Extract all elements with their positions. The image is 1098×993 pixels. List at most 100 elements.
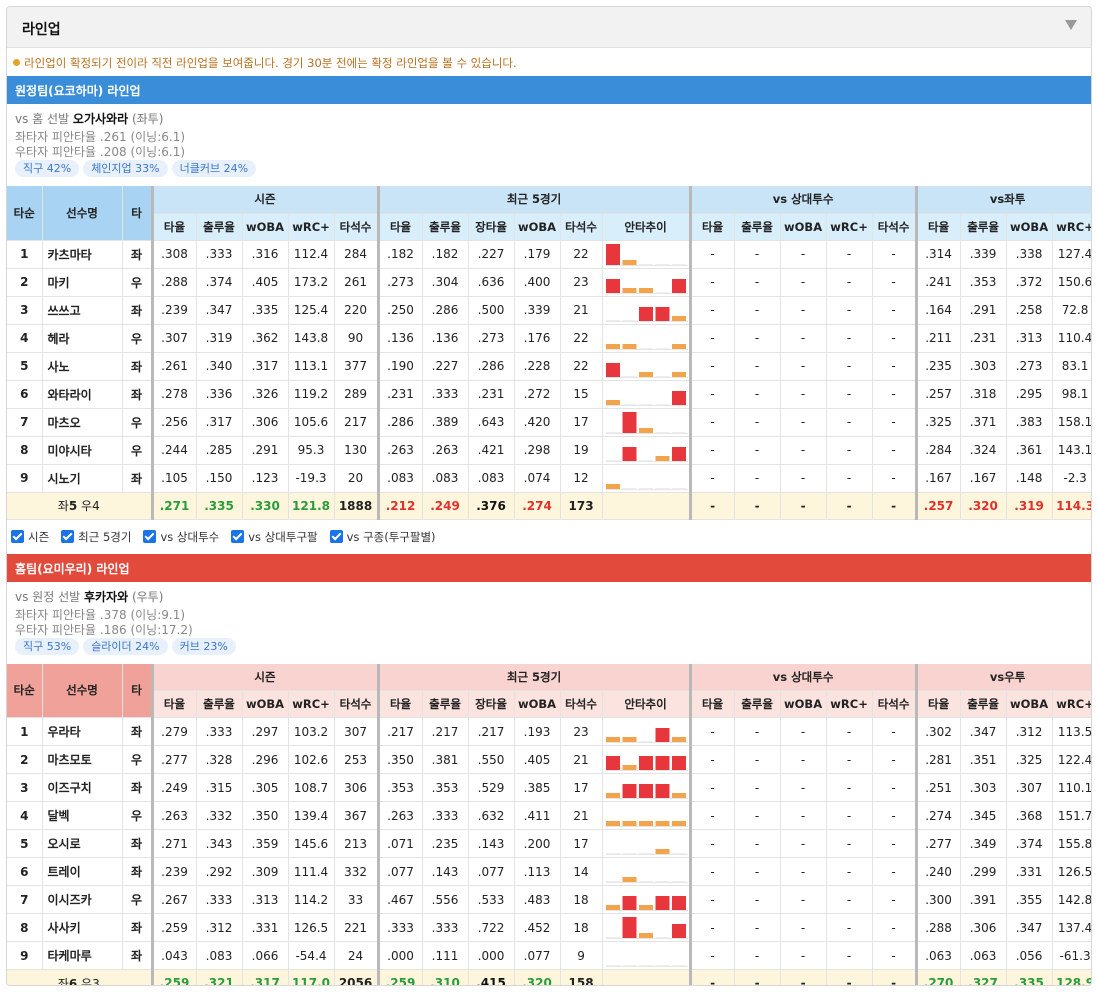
split-stat: .251 bbox=[916, 773, 961, 802]
table-row: 8 사사키 좌 .259.312.331 126.5 221.333.333.722.45… bbox=[7, 913, 1091, 942]
player-name[interactable]: 마키 bbox=[42, 268, 123, 297]
vs-pitcher-stat: - bbox=[826, 464, 873, 493]
season-stat: .277 bbox=[152, 745, 197, 774]
hit-trend-bar bbox=[671, 446, 686, 461]
player-name[interactable]: 마츠모토 bbox=[42, 745, 123, 774]
starter-name[interactable]: 오가사와라 bbox=[73, 112, 128, 126]
table-row: 9 시노기 좌 .105.150.123 -19.3 20.083.083.083.074… bbox=[7, 464, 1091, 493]
hit-trend-bar bbox=[638, 756, 653, 770]
split-stat: .325 bbox=[916, 408, 961, 437]
player-name[interactable]: 헤라 bbox=[42, 324, 123, 353]
batting-order: 2 bbox=[7, 745, 43, 774]
vs-pitcher-stat: - bbox=[690, 773, 735, 802]
column-toggle-0[interactable]: 시즌 bbox=[11, 529, 49, 545]
player-name[interactable]: 타케마루 bbox=[42, 941, 123, 970]
player-name[interactable]: 오시로 bbox=[42, 829, 123, 858]
column-toggle-4[interactable]: vs 구종(투구팔별) bbox=[329, 529, 436, 545]
split-stat: .347 bbox=[960, 717, 1007, 746]
season-stat: .279 bbox=[152, 717, 197, 746]
vs-pitcher-stat: - bbox=[780, 436, 827, 465]
checkbox-checked-icon[interactable] bbox=[231, 530, 245, 543]
player-name[interactable]: 달벡 bbox=[42, 801, 123, 830]
player-name[interactable]: 미야시타 bbox=[42, 436, 123, 465]
column-toggle-2[interactable]: vs 상대투수 bbox=[143, 529, 219, 545]
hit-trend-bar bbox=[605, 965, 620, 966]
split-stat: .349 bbox=[960, 829, 1007, 858]
player-name[interactable]: 마츠오 bbox=[42, 408, 123, 437]
vs-pitcher-stat: - bbox=[780, 913, 827, 942]
split-stat: .258 bbox=[1006, 296, 1053, 325]
column-toggle-1[interactable]: 최근 5경기 bbox=[61, 529, 131, 545]
hit-trend-bar bbox=[638, 287, 653, 293]
recent-stat: .286 bbox=[422, 296, 469, 325]
bat-hand: 좌 bbox=[122, 913, 154, 942]
season-stat: .333 bbox=[196, 240, 243, 269]
player-name[interactable]: 쓰쓰고 bbox=[42, 296, 123, 325]
player-name[interactable]: 이시즈카 bbox=[42, 885, 123, 914]
recent-stat: .077 bbox=[378, 857, 423, 886]
player-name[interactable]: 이즈구치 bbox=[42, 773, 123, 802]
hit-trend-bar bbox=[671, 343, 686, 349]
summary-season-stat: .321 bbox=[196, 969, 243, 985]
season-stat: .319 bbox=[196, 324, 243, 353]
player-name[interactable]: 카츠마타 bbox=[42, 240, 123, 269]
recent-stat: .333 bbox=[422, 913, 469, 942]
column-toggle-label: vs 상대투구팔 bbox=[248, 529, 318, 544]
checkbox-checked-icon[interactable] bbox=[61, 530, 75, 543]
hit-trend-bar bbox=[622, 853, 637, 854]
player-name[interactable]: 와타라이 bbox=[42, 380, 123, 409]
season-stat: .309 bbox=[242, 857, 289, 886]
summary-season-stat: .330 bbox=[242, 492, 289, 520]
hit-trend-bar bbox=[605, 362, 620, 377]
recent-stat: .113 bbox=[514, 857, 561, 886]
collapse-triangle-icon[interactable] bbox=[1065, 20, 1077, 30]
checkbox-checked-icon[interactable] bbox=[11, 530, 24, 543]
recent-stat: .304 bbox=[422, 268, 469, 297]
batting-order: 9 bbox=[7, 941, 43, 970]
home-pitcher-info: vs 원정 선발 후카자와 (우투) 좌타자 피안타율 .378 (이닝:9.1)… bbox=[7, 582, 1091, 664]
hit-trend-bar bbox=[671, 881, 686, 882]
season-stat: .343 bbox=[196, 829, 243, 858]
bat-hand: 우 bbox=[122, 324, 154, 353]
vs-pitcher-stat: - bbox=[734, 941, 781, 970]
hit-trend-bar bbox=[671, 924, 686, 938]
vs-pitcher-stat: - bbox=[872, 773, 918, 802]
season-stat: .308 bbox=[152, 240, 197, 269]
batting-order: 4 bbox=[7, 801, 43, 830]
player-name[interactable]: 시노기 bbox=[42, 464, 123, 493]
hit-trend-cell bbox=[602, 829, 692, 858]
vs-pitcher-stat: - bbox=[872, 352, 918, 381]
vs-pitcher-stat: - bbox=[826, 773, 873, 802]
season-stat: .278 bbox=[152, 380, 197, 409]
player-name[interactable]: 사노 bbox=[42, 352, 123, 381]
summary-season-stat: 117.0 bbox=[288, 969, 335, 985]
panel-header[interactable]: 라인업 bbox=[7, 7, 1091, 48]
player-name[interactable]: 트레이 bbox=[42, 857, 123, 886]
split-stat: .345 bbox=[960, 801, 1007, 830]
season-stat: .305 bbox=[242, 773, 289, 802]
vs-pitcher-stat: - bbox=[690, 801, 735, 830]
season-stat: 119.2 bbox=[288, 380, 335, 409]
recent-stat: .722 bbox=[468, 913, 515, 942]
batting-order: 4 bbox=[7, 324, 43, 353]
split-stat: 155.8 bbox=[1052, 829, 1091, 858]
starter-name[interactable]: 후카자와 bbox=[84, 590, 128, 604]
col-vs-pitcher: 출루율 bbox=[734, 690, 781, 718]
season-stat: .259 bbox=[152, 913, 197, 942]
player-name[interactable]: 우라타 bbox=[42, 717, 123, 746]
column-toggle-3[interactable]: vs 상대투구팔 bbox=[231, 529, 318, 545]
summary-right-count: 3 bbox=[92, 976, 100, 986]
season-stat: 33 bbox=[334, 885, 380, 914]
recent-stat: 17 bbox=[560, 829, 603, 858]
checkbox-checked-icon[interactable] bbox=[329, 530, 343, 543]
summary-left-count: 5 bbox=[68, 499, 78, 513]
player-name[interactable]: 사사키 bbox=[42, 913, 123, 942]
checkbox-checked-icon[interactable] bbox=[143, 530, 157, 543]
vs-pitcher-stat: - bbox=[734, 352, 781, 381]
notice-dot-icon bbox=[13, 59, 20, 66]
vs-pitcher-stat: - bbox=[734, 380, 781, 409]
col-vs-pitcher: 타석수 bbox=[872, 213, 918, 241]
hit-trend-bar bbox=[671, 487, 686, 489]
hit-trend-bar bbox=[605, 343, 620, 349]
split-stat: .347 bbox=[1006, 913, 1053, 942]
